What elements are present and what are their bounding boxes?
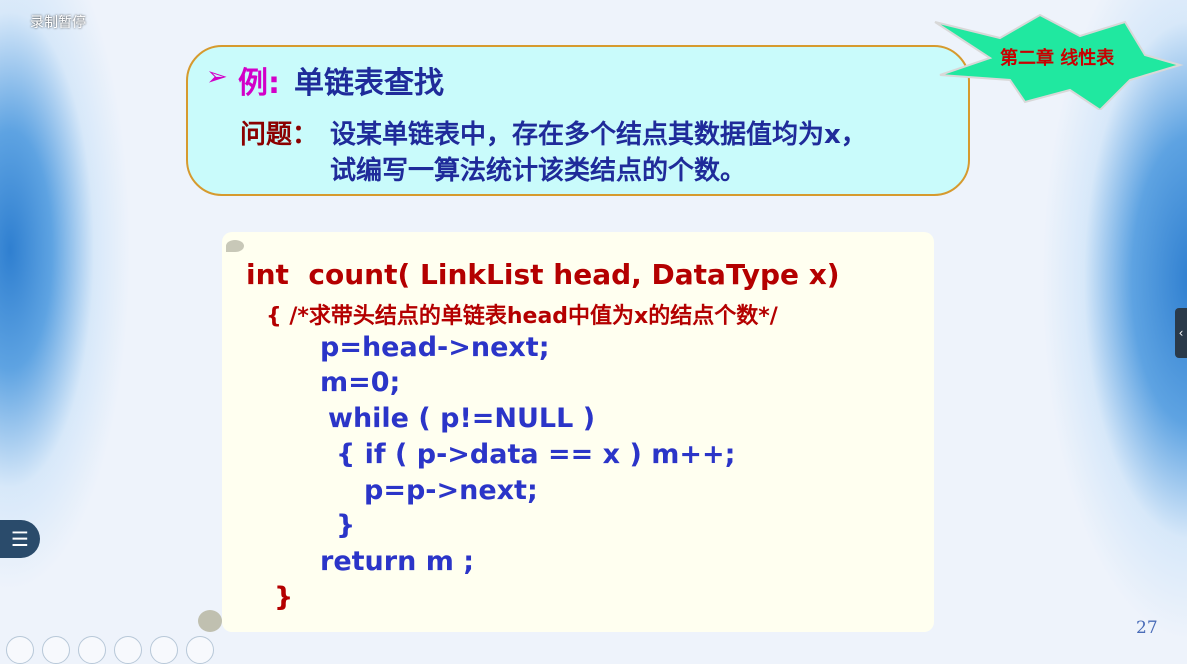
- code-line-comment: { /*求带头结点的单链表head中值为x的结点个数*/: [266, 304, 778, 329]
- bottom-toolbar: [6, 636, 214, 664]
- example-label: 例:: [238, 66, 280, 101]
- recording-status: 录制暂停: [30, 15, 86, 31]
- question-label: 问题：: [240, 120, 319, 150]
- code-line-close: }: [274, 582, 294, 613]
- toolbar-icon[interactable]: [114, 636, 142, 664]
- toolbar-icon[interactable]: [6, 636, 34, 664]
- toolbar-icon[interactable]: [150, 636, 178, 664]
- question-text-line1: 设某单链表中，存在多个结点其数据值均为x，: [330, 120, 867, 150]
- code-line: return m ;: [320, 546, 475, 577]
- code-line: p=head->next;: [320, 332, 550, 363]
- code-line-signature: int count( LinkList head, DataType x): [246, 258, 840, 291]
- scroll-curl-bottom: [198, 610, 222, 632]
- toolbar-icon[interactable]: [78, 636, 106, 664]
- code-line: { if ( p->data == x ) m++;: [336, 439, 736, 470]
- code-line: p=p->next;: [364, 475, 538, 506]
- bullet-arrow-icon: ➢: [206, 62, 228, 92]
- page-number: 27: [1136, 618, 1158, 638]
- toolbar-icon[interactable]: [186, 636, 214, 664]
- code-line: while ( p!=NULL ): [328, 403, 596, 434]
- code-line: }: [336, 510, 356, 541]
- toolbar-icon[interactable]: [42, 636, 70, 664]
- scroll-curl-top: [226, 240, 244, 252]
- list-icon[interactable]: ☰: [0, 520, 40, 558]
- question-text-line2: 试编写一算法统计该类结点的个数。: [330, 156, 747, 186]
- example-title: 单链表查找: [294, 66, 444, 101]
- chevron-left-icon[interactable]: ‹: [1175, 308, 1187, 358]
- chapter-badge-text: 第二章 线性表: [1000, 48, 1115, 69]
- code-line: m=0;: [320, 367, 401, 398]
